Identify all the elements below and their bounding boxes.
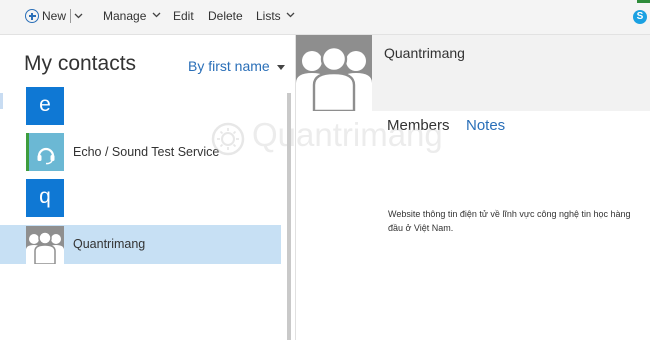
contact-avatar xyxy=(26,133,64,171)
chevron-down-icon xyxy=(284,11,296,21)
lists-label: Lists xyxy=(256,9,281,23)
letter-tile: q xyxy=(26,179,64,217)
add-circle-icon[interactable] xyxy=(25,9,39,23)
group-icon xyxy=(26,226,64,264)
contacts-pane: My contacts By first name e Echo / Sound… xyxy=(0,35,295,340)
new-button[interactable]: New xyxy=(42,9,66,23)
lists-menu[interactable]: Lists xyxy=(256,9,295,23)
sort-dropdown[interactable]: By first name xyxy=(188,58,285,74)
letter-header-q[interactable]: q xyxy=(0,179,281,218)
manage-menu[interactable]: Manage xyxy=(103,9,161,23)
manage-label: Manage xyxy=(103,9,147,23)
contact-name: Quantrimang xyxy=(73,237,146,251)
watermark: Quantrimang xyxy=(208,113,443,164)
toolbar-separator xyxy=(70,9,71,23)
chevron-down-icon xyxy=(149,11,161,21)
command-toolbar: New Manage Edit Delete Lists S xyxy=(0,0,650,35)
page-title: My contacts xyxy=(24,52,137,75)
delete-button[interactable]: Delete xyxy=(208,9,243,23)
edit-button[interactable]: Edit xyxy=(173,9,194,23)
status-strip xyxy=(637,0,650,3)
presence-bar xyxy=(26,133,29,171)
list-item[interactable]: Quantrimang xyxy=(0,225,281,264)
sun-logo-icon xyxy=(208,119,248,164)
caret-down-icon xyxy=(276,64,285,70)
tab-notes[interactable]: Notes xyxy=(466,117,505,134)
headset-icon xyxy=(35,141,57,177)
contact-name: Echo / Sound Test Service xyxy=(73,145,220,159)
watermark-text: Quantrimang xyxy=(252,116,443,153)
notes-content: Website thông tin điện tử về lĩnh vực cô… xyxy=(388,209,631,233)
group-avatar-icon xyxy=(296,35,372,111)
letter-tile: e xyxy=(26,87,64,125)
new-dropdown-chevron-icon[interactable] xyxy=(74,9,83,23)
sort-label: By first name xyxy=(188,58,270,74)
skype-icon[interactable]: S xyxy=(633,10,647,24)
detail-contact-name: Quantrimang xyxy=(384,45,465,61)
